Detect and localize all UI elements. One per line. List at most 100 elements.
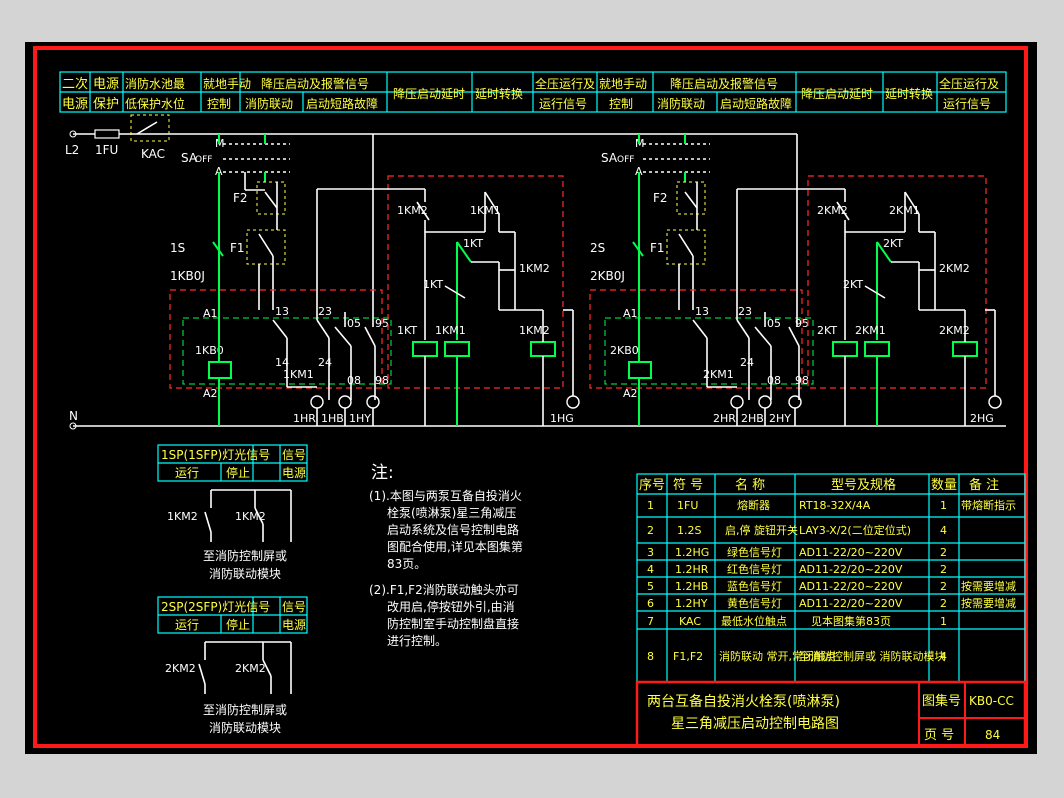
hdr-c2b: 保护 (93, 97, 119, 112)
pump2-t24: 24 (740, 356, 754, 369)
sig1-dest-a: 至消防控制屏或 (203, 548, 287, 563)
hdr-c10b1: 消防联动 (657, 96, 705, 111)
pump1-km2-coil-label: 1KM2 (519, 324, 550, 337)
r2-model: LAY3-X/2(二位定位式) (799, 523, 911, 537)
pump2-km2b: 2KM2 (939, 262, 970, 275)
note1-line4: 图配合使用,详见本图集第 (387, 539, 523, 554)
r7-model: 见本图集第83页 (811, 614, 891, 628)
sig2-title: 2SP(2SFP)灯光信号 (161, 600, 270, 614)
signal-box-1: 1SP(1SFP)灯光信号 运行 停止 信号 电源 1KM2 1KM2 至消防控… (157, 444, 308, 581)
r4-sym: 1.2HR (675, 563, 709, 576)
sig2-sig-b: 电源 (282, 618, 306, 632)
hdr-c8b: 运行信号 (539, 97, 587, 111)
pump2-kt: 2KT (883, 237, 903, 250)
pump1-km1-coil (444, 341, 470, 357)
sig2-km2: 2KM2 (165, 662, 196, 675)
r4-qty: 2 (940, 563, 947, 576)
lamp-2hb (758, 395, 772, 409)
kac-box (130, 114, 170, 142)
pump2-km2a: 2KM2 (817, 204, 848, 217)
hdr-c4b: 控制 (207, 97, 231, 111)
title-block: 两台互备自投消火栓泵(喷淋泵) 星三角减压启动控制电路图 图集号 KB0-CC … (635, 680, 1027, 748)
pump2-circuit: M OFF A SA F2 F1 2S 2KB0J A1 2KB0 A2 13 … (589, 134, 1002, 426)
r7-qty: 1 (940, 615, 947, 628)
r1-model: RT18-32X/4A (799, 499, 871, 512)
f1-label-2: F1 (650, 241, 665, 255)
hdr-c11: 降压启动延时 (801, 87, 873, 101)
r6-model: AD11-22/20~220V (799, 597, 903, 610)
pump2-kt-contact: 2KT (843, 278, 863, 291)
pump1-kb0-coil (208, 361, 232, 379)
atlas-label: 图集号 (922, 693, 961, 709)
th-model: 型号及规格 (831, 477, 896, 493)
lamp-1hg (566, 395, 580, 409)
signal-box-2: 2SP(2SFP)灯光信号 运行 停止 信号 电源 2KM2 2KM2 至消防控… (157, 596, 308, 735)
s2-label: 2S (590, 241, 605, 255)
sig2-dest-b: 消防联动模块 (209, 720, 281, 735)
hdr-c4a: 就地手动 (203, 77, 251, 91)
f2-box-2 (676, 181, 706, 215)
pump1-km2a: 1KM2 (397, 204, 428, 217)
pump1-t98: 98 (375, 374, 389, 387)
sig1-sig-b: 电源 (282, 466, 306, 480)
note1-line1: (1).本图与两泵互备自投消火 (369, 488, 522, 503)
f2-box-1 (256, 181, 286, 215)
label-1fu: 1FU (95, 143, 118, 157)
lamp-2hr (730, 395, 744, 409)
r5-rem: 按需要增减 (961, 579, 1016, 593)
pump2-t08: 08 (767, 374, 781, 387)
pump2-t13: 13 (695, 305, 709, 318)
r5-no: 5 (647, 580, 654, 593)
sig1-km2: 1KM2 (167, 510, 198, 523)
drawing-canvas: 二次 电源 电源 保护 消防水池最 低保护水位 就地手动 控制 降压启动及报警信… (25, 42, 1037, 754)
hdr-c5a: 降压启动及报警信号 (261, 76, 369, 91)
pump1-kt: 1KT (463, 237, 483, 250)
r3-no: 3 (647, 546, 654, 559)
hdr-c13b: 运行信号 (943, 97, 991, 111)
r6-rem: 按需要增减 (961, 596, 1016, 610)
pump2-km1a: 2KM1 (889, 204, 920, 217)
r3-name: 绿色信号灯 (727, 545, 782, 559)
page-label: 页 号 (924, 728, 954, 743)
r2-name: 启,停 旋钮开关 (725, 523, 798, 537)
r1-qty: 1 (940, 499, 947, 512)
pump2-km2-coil (952, 341, 978, 357)
pump1-a1: A1 (203, 307, 218, 320)
atlas-value: KB0-CC (969, 694, 1014, 708)
r5-name: 蓝色信号灯 (727, 579, 782, 593)
f2-label-2: F2 (653, 191, 668, 205)
parts-table: 序号 符 号 名 称 型号及规格 数量 备 注 1 1FU 熔断器 RT18-3… (636, 473, 1026, 683)
hdr-c9b: 控制 (609, 97, 633, 111)
pump1-t23: 23 (318, 305, 332, 318)
label-1hg: 1HG (550, 412, 574, 425)
hdr-c10b2: 启动短路故障 (720, 96, 792, 111)
r5-qty: 2 (940, 580, 947, 593)
hdr-c9a: 就地手动 (599, 77, 647, 91)
pump1-kt-coil (412, 341, 438, 357)
pump1-km1-coil-label: 1KM1 (435, 324, 466, 337)
pump1-km2-coil (530, 341, 556, 357)
note2-line4: 进行控制。 (387, 634, 447, 648)
r6-no: 6 (647, 597, 654, 610)
f1-box-1 (246, 229, 286, 265)
hdr-c12: 延时转换 (885, 86, 933, 101)
r7-sym: KAC (679, 615, 701, 628)
th-no: 序号 (639, 478, 665, 493)
header-table: 二次 电源 电源 保护 消防水池最 低保护水位 就地手动 控制 降压启动及报警信… (59, 71, 1007, 113)
lamp-1hb (338, 395, 352, 409)
pump1-km2b: 1KM2 (519, 262, 550, 275)
label-2hg: 2HG (970, 412, 994, 425)
r5-sym: 1.2HB (675, 580, 708, 593)
pump2-kt-coil-label: 2KT (817, 324, 837, 337)
sig2-dest-a: 至消防控制屏或 (203, 702, 287, 717)
hdr-c2a: 电源 (93, 77, 119, 92)
r1-sym: 1FU (677, 499, 698, 512)
title-line-a: 两台互备自投消火栓泵(喷淋泵) (647, 693, 840, 710)
hdr-c6: 降压启动延时 (393, 87, 465, 101)
lamp-1hy (366, 395, 380, 409)
r3-sym: 1.2HG (675, 546, 709, 559)
page-value: 84 (985, 728, 1000, 742)
r4-no: 4 (647, 563, 654, 576)
sig2-sig-a: 信号 (282, 600, 306, 614)
pump1-t13: 13 (275, 305, 289, 318)
